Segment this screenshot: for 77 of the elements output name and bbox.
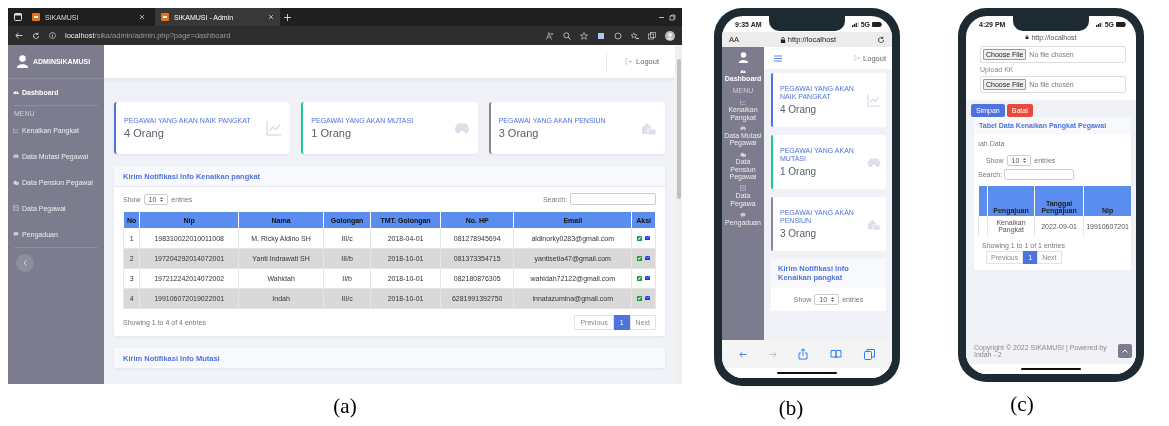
- sort-caret-icon: [1023, 158, 1027, 163]
- scroll-top-button[interactable]: [1118, 344, 1132, 358]
- line-chart-icon: [266, 120, 283, 136]
- line-chart-icon: [740, 99, 746, 106]
- chevron-left-icon: [22, 260, 28, 266]
- zoom-icon[interactable]: [563, 31, 571, 40]
- extension-icon[interactable]: [597, 31, 605, 40]
- signal-icon: [851, 21, 859, 27]
- figure-caption: (c): [1010, 392, 1034, 417]
- user-icon: [16, 55, 29, 68]
- lock-icon: [779, 36, 786, 43]
- chat-icon: [740, 211, 746, 218]
- houses-icon: [641, 120, 657, 136]
- chevron-up-icon: [1122, 349, 1128, 353]
- edit-icon[interactable]: [637, 256, 643, 261]
- edit-icon[interactable]: [637, 276, 643, 281]
- car-icon: [453, 122, 470, 134]
- gauge-icon: [13, 89, 19, 95]
- favorites-icon[interactable]: [631, 31, 639, 40]
- houses-icon: [740, 151, 746, 158]
- car-icon: [867, 156, 881, 168]
- logout-icon: [854, 55, 861, 61]
- home-indicator: [1021, 368, 1081, 370]
- envelope-icon[interactable]: [645, 256, 651, 260]
- envelope-icon[interactable]: [645, 296, 651, 300]
- gauge-icon: [740, 68, 746, 74]
- sort-caret-icon: [831, 296, 835, 302]
- share-icon[interactable]: [798, 348, 809, 360]
- star-icon[interactable]: [580, 31, 588, 40]
- collections-icon[interactable]: [648, 31, 656, 40]
- stat-value: 3 Orang: [780, 227, 818, 239]
- menu-icon[interactable]: [774, 54, 782, 62]
- favicon-icon: [32, 13, 40, 21]
- sort-caret-icon: [160, 196, 164, 202]
- stat-value: 1 Orang: [311, 127, 353, 139]
- stat-value: 1 Orang: [780, 165, 818, 177]
- stat-value: 4 Orang: [124, 127, 165, 139]
- stat-value: 3 Orang: [498, 127, 540, 139]
- user-icon: [737, 52, 749, 63]
- table-icon: [13, 205, 19, 211]
- scrollbar[interactable]: [675, 45, 682, 384]
- logout-icon: [625, 58, 633, 65]
- table-icon: [740, 185, 746, 192]
- car-icon: [740, 126, 746, 131]
- home-indicator: [777, 372, 837, 374]
- line-chart-icon: [867, 93, 881, 107]
- houses-icon: [867, 217, 881, 231]
- search-field[interactable]: [1004, 169, 1075, 180]
- figure-caption: (a): [333, 394, 357, 419]
- refresh-circle-icon[interactable]: [614, 31, 622, 40]
- restore-icon[interactable]: [669, 13, 676, 21]
- battery-icon: [1116, 21, 1126, 27]
- book-icon[interactable]: [830, 349, 843, 359]
- info-icon: [49, 32, 56, 39]
- houses-icon: [13, 179, 19, 185]
- close-icon[interactable]: [139, 14, 145, 20]
- favicon-icon: [161, 13, 169, 21]
- search-field[interactable]: [570, 193, 656, 205]
- car-icon: [13, 153, 19, 159]
- reload-icon[interactable]: [877, 35, 885, 44]
- line-chart-icon: [13, 127, 19, 133]
- new-tab-icon[interactable]: [284, 13, 291, 21]
- read-aloud-icon[interactable]: [546, 31, 554, 40]
- tabs-icon[interactable]: [864, 348, 876, 360]
- envelope-icon[interactable]: [645, 236, 651, 240]
- figure-caption: (b): [778, 396, 804, 421]
- chat-icon: [13, 231, 19, 237]
- battery-icon: [872, 21, 882, 27]
- edit-icon[interactable]: [637, 236, 643, 241]
- window-icon: [14, 13, 22, 21]
- close-icon[interactable]: [268, 14, 274, 20]
- stat-value: 4 Orang: [780, 103, 818, 115]
- lock-icon: [1025, 35, 1030, 39]
- envelope-icon[interactable]: [645, 276, 651, 280]
- profile-icon[interactable]: [665, 30, 675, 41]
- signal-icon: [1095, 21, 1103, 27]
- edit-icon[interactable]: [637, 296, 643, 301]
